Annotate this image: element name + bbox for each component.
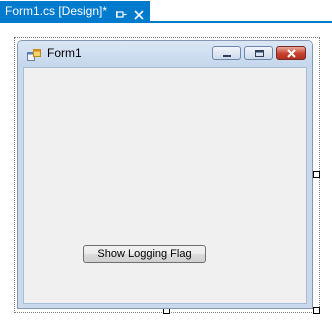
- show-logging-flag-button[interactable]: Show Logging Flag: [83, 245, 206, 263]
- close-icon[interactable]: [134, 6, 144, 20]
- form-titlebar[interactable]: Form1: [18, 41, 312, 67]
- pin-icon[interactable]: [115, 6, 127, 18]
- form-window[interactable]: Form1 Show Logging Flag: [17, 40, 313, 309]
- form-icon: [27, 48, 41, 61]
- minimize-button[interactable]: [212, 46, 241, 60]
- document-tab[interactable]: Form1.cs [Design]*: [0, 1, 150, 21]
- document-tab-title: Form1.cs [Design]*: [5, 4, 108, 18]
- close-button[interactable]: [276, 46, 306, 60]
- resize-handle-bottom-right[interactable]: [313, 307, 320, 314]
- maximize-button[interactable]: [244, 46, 273, 60]
- designer-window: Form1.cs [Design]* Form1 Show Logging Fl…: [0, 0, 332, 325]
- form-right-frame: [307, 67, 312, 308]
- document-tab-strip: Form1.cs [Design]*: [0, 0, 332, 23]
- minimize-icon: [223, 55, 231, 57]
- design-surface[interactable]: Form1 Show Logging Flag: [0, 23, 332, 325]
- form-client-area[interactable]: Show Logging Flag: [23, 67, 307, 304]
- resize-handle-right[interactable]: [313, 171, 320, 178]
- close-x-icon: [287, 49, 296, 58]
- form-title: Form1: [47, 46, 82, 60]
- maximize-icon: [255, 50, 264, 57]
